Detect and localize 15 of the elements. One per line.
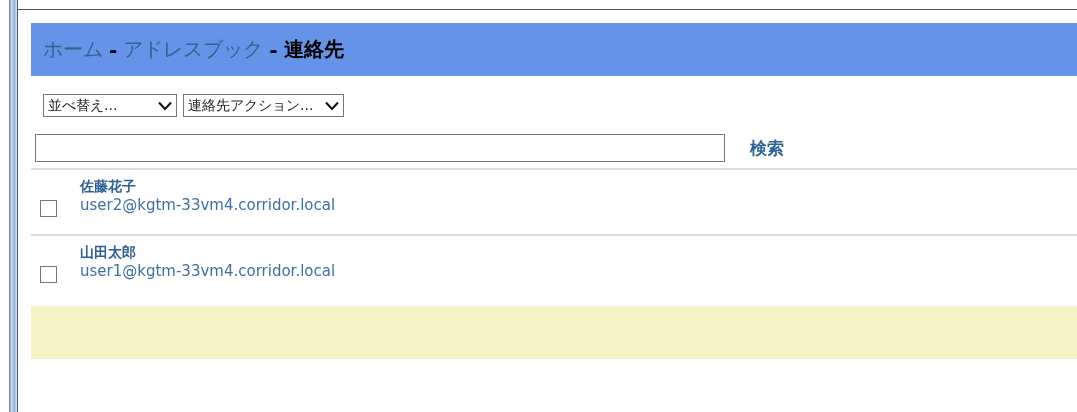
dropdown[interactable]: 並べ替え...	[43, 94, 177, 117]
dropdown[interactable]: 連絡先アクション...	[183, 94, 345, 117]
checkbox[interactable]	[40, 200, 57, 217]
checkbox[interactable]	[40, 266, 57, 283]
breadcrumb-separator: -	[269, 37, 278, 62]
contact-email[interactable]: user2@kgtm-33vm4.corridor.local	[80, 196, 336, 214]
breadcrumb-separator: -	[109, 37, 118, 62]
search-link[interactable]: 検索	[750, 136, 784, 160]
chevron-icon	[158, 100, 172, 111]
page-title: 連絡先	[283, 36, 344, 63]
contact-name[interactable]: 山田太郎	[80, 244, 336, 262]
search-field[interactable]	[35, 134, 725, 162]
contact-email[interactable]: user1@kgtm-33vm4.corridor.local	[80, 262, 336, 280]
chevron-icon	[325, 100, 340, 111]
contact-name[interactable]: 佐藤花子	[80, 178, 336, 196]
